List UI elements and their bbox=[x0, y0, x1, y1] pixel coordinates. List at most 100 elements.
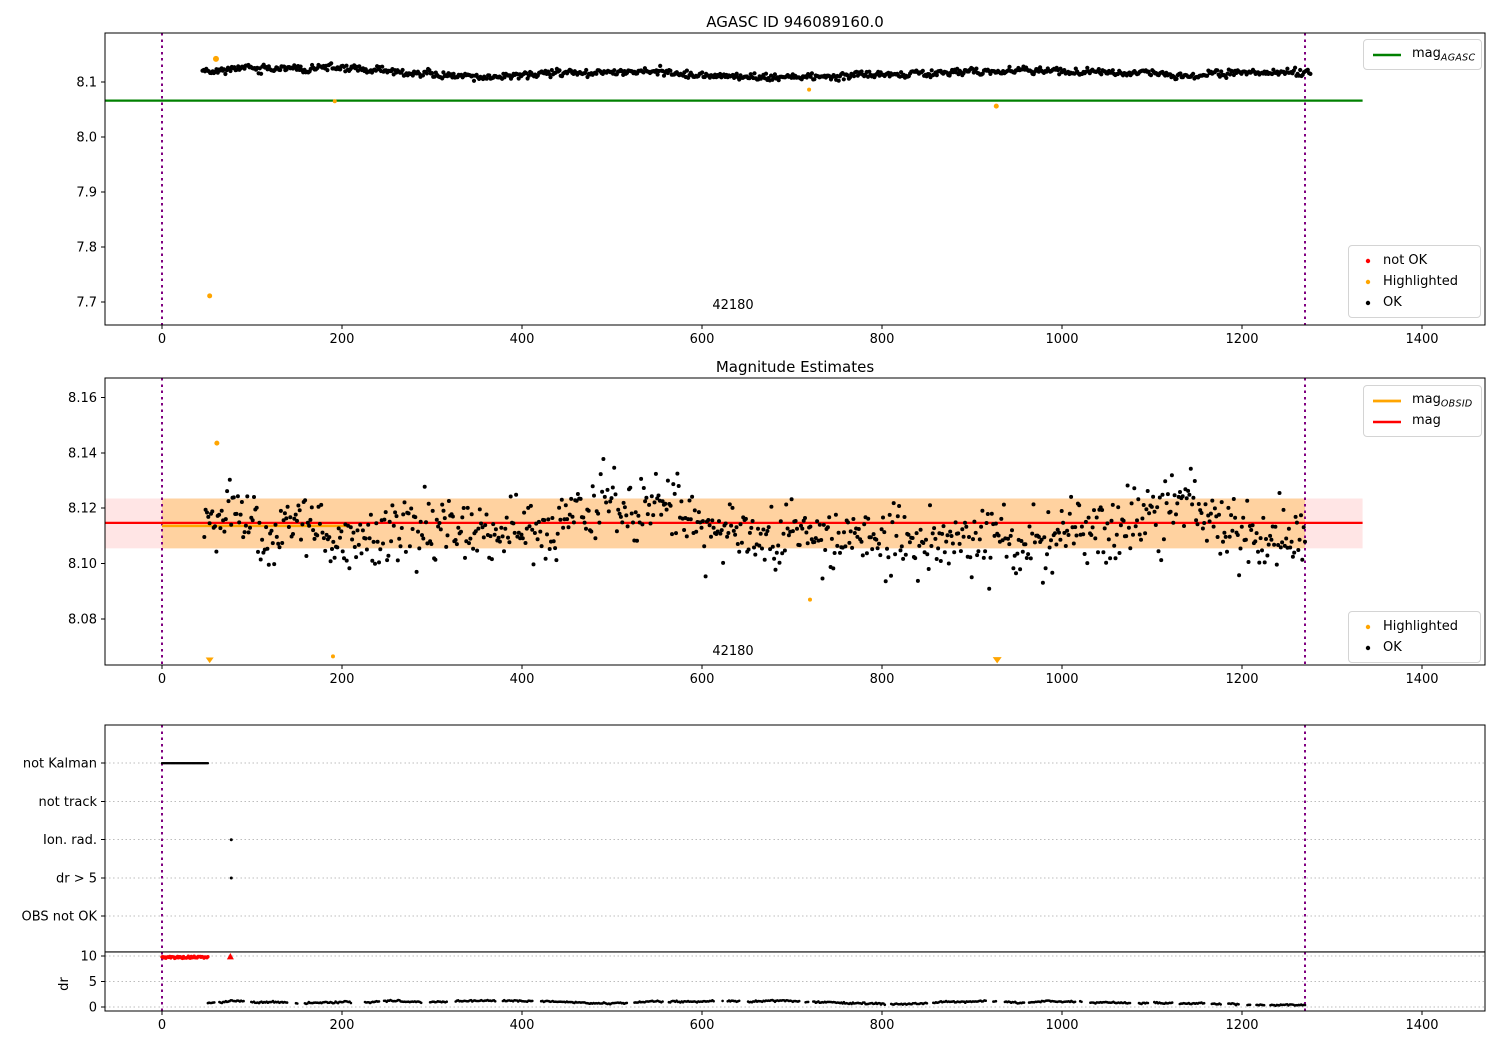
data-point bbox=[291, 532, 295, 536]
data-point bbox=[1245, 498, 1250, 503]
data-point bbox=[928, 503, 932, 508]
data-point bbox=[254, 505, 259, 510]
data-point bbox=[613, 492, 618, 497]
data-point bbox=[920, 68, 925, 73]
data-point bbox=[891, 501, 896, 506]
data-point bbox=[1300, 557, 1305, 562]
data-point bbox=[1215, 68, 1220, 73]
data-point bbox=[790, 529, 795, 534]
data-point bbox=[351, 530, 356, 535]
data-point bbox=[1298, 67, 1303, 73]
data-point bbox=[633, 510, 638, 515]
data-point bbox=[500, 534, 505, 539]
data-point bbox=[1133, 524, 1138, 529]
highlighted-point bbox=[207, 293, 213, 299]
data-point bbox=[438, 527, 443, 532]
data-point bbox=[913, 556, 918, 561]
legend-label-ok: OK bbox=[1383, 640, 1402, 655]
data-point bbox=[907, 540, 912, 545]
data-point bbox=[1272, 542, 1277, 547]
data-point bbox=[217, 512, 222, 517]
data-point bbox=[784, 502, 789, 507]
data-point bbox=[601, 457, 606, 461]
data-point bbox=[578, 496, 583, 501]
data-point bbox=[1195, 522, 1200, 527]
data-point bbox=[1117, 551, 1122, 555]
data-point bbox=[836, 78, 841, 83]
data-point bbox=[445, 1000, 449, 1003]
data-point bbox=[586, 508, 591, 513]
data-point bbox=[1086, 515, 1091, 520]
data-point bbox=[1146, 1001, 1150, 1005]
data-point bbox=[282, 511, 287, 516]
data-point bbox=[418, 519, 423, 524]
data-point bbox=[901, 556, 906, 561]
data-point bbox=[542, 518, 547, 523]
data-point bbox=[971, 537, 975, 542]
data-point bbox=[259, 71, 264, 76]
highlighted-point bbox=[807, 597, 812, 602]
data-point bbox=[483, 523, 488, 528]
data-point bbox=[1171, 520, 1176, 525]
data-point bbox=[355, 528, 360, 533]
data-point bbox=[460, 515, 465, 520]
legend-row-highlighted: Highlighted bbox=[1349, 616, 1480, 637]
data-point bbox=[278, 508, 283, 513]
data-point bbox=[598, 472, 603, 477]
data-point bbox=[1230, 528, 1235, 533]
data-point bbox=[765, 529, 770, 533]
data-point bbox=[687, 498, 692, 503]
data-point bbox=[1124, 534, 1129, 539]
data-point bbox=[1100, 508, 1105, 512]
data-point bbox=[988, 555, 993, 560]
data-point bbox=[1089, 533, 1094, 537]
data-point bbox=[1286, 526, 1291, 531]
data-point bbox=[707, 523, 712, 528]
data-point bbox=[648, 521, 653, 526]
data-point bbox=[260, 537, 265, 542]
data-point bbox=[1219, 500, 1224, 505]
data-point bbox=[1239, 524, 1244, 529]
data-point bbox=[210, 509, 215, 514]
data-point bbox=[1136, 497, 1141, 502]
data-point bbox=[1235, 533, 1240, 537]
data-point bbox=[1110, 502, 1115, 507]
data-point bbox=[752, 545, 756, 550]
highlighted-point bbox=[807, 87, 812, 92]
data-point bbox=[375, 539, 380, 544]
data-point bbox=[1262, 560, 1267, 565]
data-point bbox=[1165, 492, 1170, 497]
data-point bbox=[953, 520, 958, 525]
data-point bbox=[778, 519, 783, 524]
data-point bbox=[653, 471, 658, 476]
data-point bbox=[584, 526, 588, 531]
data-point bbox=[934, 73, 939, 78]
data-point bbox=[1161, 537, 1166, 542]
data-point bbox=[664, 507, 669, 512]
data-point bbox=[288, 515, 293, 520]
data-point bbox=[832, 551, 837, 555]
data-point bbox=[1067, 511, 1072, 516]
data-point bbox=[493, 527, 498, 532]
data-point bbox=[1294, 520, 1299, 525]
data-point bbox=[1085, 65, 1090, 70]
data-point bbox=[1028, 556, 1033, 561]
data-point bbox=[1274, 562, 1279, 567]
plot3: 0 200 400 600 800 1000 1200 1400 not Kalman not t… bbox=[22, 724, 1486, 1033]
data-point bbox=[1293, 514, 1298, 519]
data-point bbox=[1172, 493, 1177, 498]
data-point bbox=[1053, 531, 1057, 536]
data-point bbox=[679, 499, 684, 504]
data-point bbox=[284, 516, 289, 521]
y-tick-label: 7.8 bbox=[76, 240, 97, 255]
data-point bbox=[374, 521, 379, 526]
data-point bbox=[272, 562, 277, 567]
data-point bbox=[762, 557, 767, 562]
data-point bbox=[1108, 556, 1113, 561]
data-point bbox=[315, 533, 320, 538]
data-point bbox=[676, 484, 681, 488]
data-point bbox=[1129, 501, 1134, 506]
data-point bbox=[925, 1002, 929, 1005]
data-point bbox=[941, 524, 946, 529]
data-point bbox=[629, 511, 634, 516]
